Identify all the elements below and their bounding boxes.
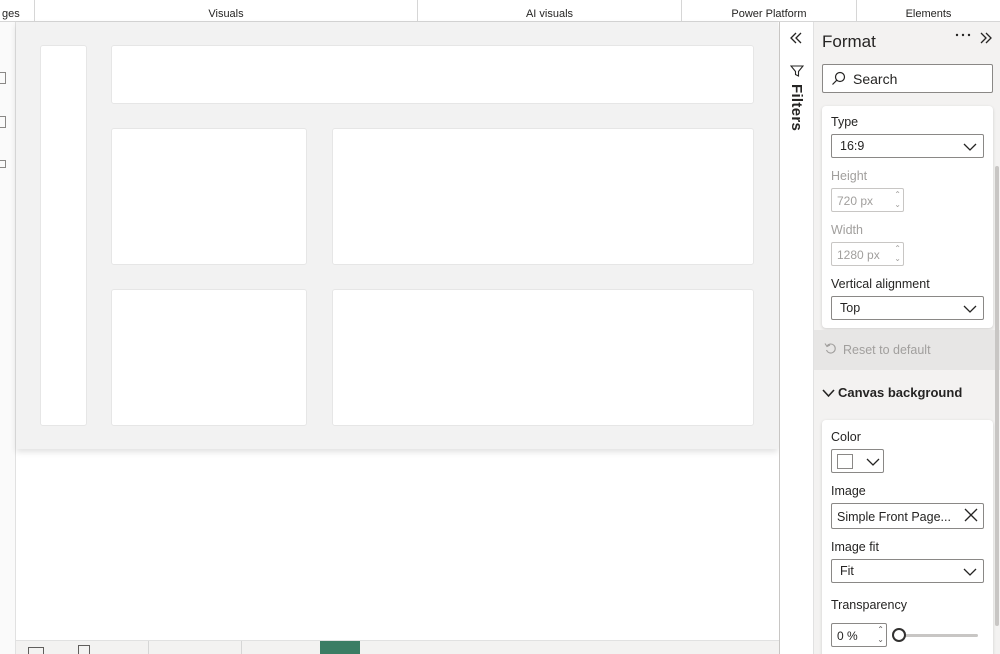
filters-label[interactable]: Filters: [788, 84, 805, 131]
transparency-stepper[interactable]: 0 % ⌃ ⌄: [831, 623, 887, 647]
layout-tile-chart-2[interactable]: [332, 289, 754, 426]
vertical-alignment-label: Vertical alignment: [831, 277, 930, 291]
section-title: Canvas background: [838, 385, 963, 400]
layout-tile-chart-1[interactable]: [332, 128, 754, 265]
transparency-slider-track[interactable]: [900, 634, 978, 637]
image-fit-dropdown[interactable]: Fit: [831, 559, 984, 583]
height-stepper[interactable]: 720 px ⌃ ⌄: [831, 188, 904, 212]
width-label: Width: [831, 223, 863, 237]
ribbon-group-visuals: Visuals: [34, 0, 417, 22]
color-picker[interactable]: [831, 449, 884, 473]
image-fit-label: Image fit: [831, 540, 879, 554]
ribbon-group-labels: ges Visuals AI visuals Power Platform El…: [0, 0, 1000, 22]
pane-title: Format: [822, 32, 876, 51]
report-page[interactable]: [16, 22, 778, 449]
chevron-down-icon: [963, 302, 977, 320]
page-navigator-icon[interactable]: [28, 647, 44, 654]
transparency-value: 0 %: [837, 629, 858, 643]
search-input[interactable]: Search: [822, 64, 993, 93]
page-tabs-bar: [16, 640, 779, 654]
transparency-label: Transparency: [831, 598, 907, 612]
model-view-icon[interactable]: [0, 160, 6, 168]
chevron-down-icon: [963, 140, 977, 158]
report-view-icon[interactable]: [0, 72, 6, 84]
layout-tile-card-1[interactable]: [111, 128, 307, 265]
height-value: 720 px: [837, 194, 874, 208]
funnel-icon: [789, 64, 805, 83]
stepper-arrows-icon[interactable]: ⌃ ⌄: [894, 190, 901, 210]
reset-to-default-button[interactable]: Reset to default: [814, 330, 1000, 370]
view-switcher-strip: [0, 22, 16, 654]
image-value: Simple Front Page...: [837, 510, 951, 524]
image-field[interactable]: Simple Front Page...: [831, 503, 984, 529]
ribbon-group-ai-visuals: AI visuals: [417, 0, 681, 22]
double-chevron-left-icon[interactable]: [788, 30, 804, 49]
canvas-background-card: Color Image Simple Front Page... Image f…: [822, 420, 993, 654]
type-value: 16:9: [840, 139, 865, 153]
image-label: Image: [831, 484, 866, 498]
stepper-arrows-icon[interactable]: ⌃ ⌄: [894, 244, 901, 264]
layout-tile-sidebar[interactable]: [40, 45, 87, 426]
canvas-background-section-header[interactable]: Canvas background: [814, 372, 1000, 412]
chevron-down-icon: [822, 386, 835, 404]
search-icon: [831, 71, 846, 91]
search-placeholder: Search: [853, 71, 898, 87]
ribbon-group-power-platform: Power Platform: [681, 0, 856, 22]
filters-pane-collapsed[interactable]: Filters: [779, 22, 813, 654]
ellipsis-icon[interactable]: [954, 28, 972, 47]
ribbon-group-pages: ges: [2, 8, 20, 20]
tab-divider: [148, 641, 149, 654]
layout-tile-header[interactable]: [111, 45, 754, 104]
tab-divider: [241, 641, 242, 654]
canvas-settings-card: Type 16:9 Height 720 px ⌃ ⌄ Width 1280 px…: [822, 106, 993, 328]
format-pane: Format Search Type 16:9 Height 720 px ⌃ ⌄…: [813, 22, 1000, 654]
height-label: Height: [831, 169, 868, 183]
page-list-icon[interactable]: [78, 645, 90, 654]
color-swatch: [837, 454, 853, 469]
type-label: Type: [831, 115, 859, 129]
chevron-down-icon: [866, 455, 880, 473]
report-canvas[interactable]: [16, 22, 779, 640]
vertical-alignment-dropdown[interactable]: Top: [831, 296, 984, 320]
table-view-icon[interactable]: [0, 116, 6, 128]
type-dropdown[interactable]: 16:9: [831, 134, 984, 158]
vertical-alignment-value: Top: [840, 301, 861, 315]
image-fit-value: Fit: [840, 564, 854, 578]
undo-icon: [824, 342, 837, 358]
transparency-slider-thumb[interactable]: [892, 628, 906, 642]
ribbon-group-elements: Elements: [856, 0, 1000, 22]
pane-scrollbar[interactable]: [995, 166, 999, 626]
add-page-tab[interactable]: [320, 641, 360, 654]
stepper-arrows-icon[interactable]: ⌃ ⌄: [877, 625, 884, 645]
double-chevron-right-icon[interactable]: [978, 30, 994, 51]
reset-label: Reset to default: [843, 343, 931, 357]
width-stepper[interactable]: 1280 px ⌃ ⌄: [831, 242, 904, 266]
layout-tile-card-2[interactable]: [111, 289, 307, 426]
width-value: 1280 px: [837, 248, 880, 262]
color-label: Color: [831, 430, 861, 444]
close-icon[interactable]: [964, 507, 978, 527]
chevron-down-icon: [963, 565, 977, 583]
